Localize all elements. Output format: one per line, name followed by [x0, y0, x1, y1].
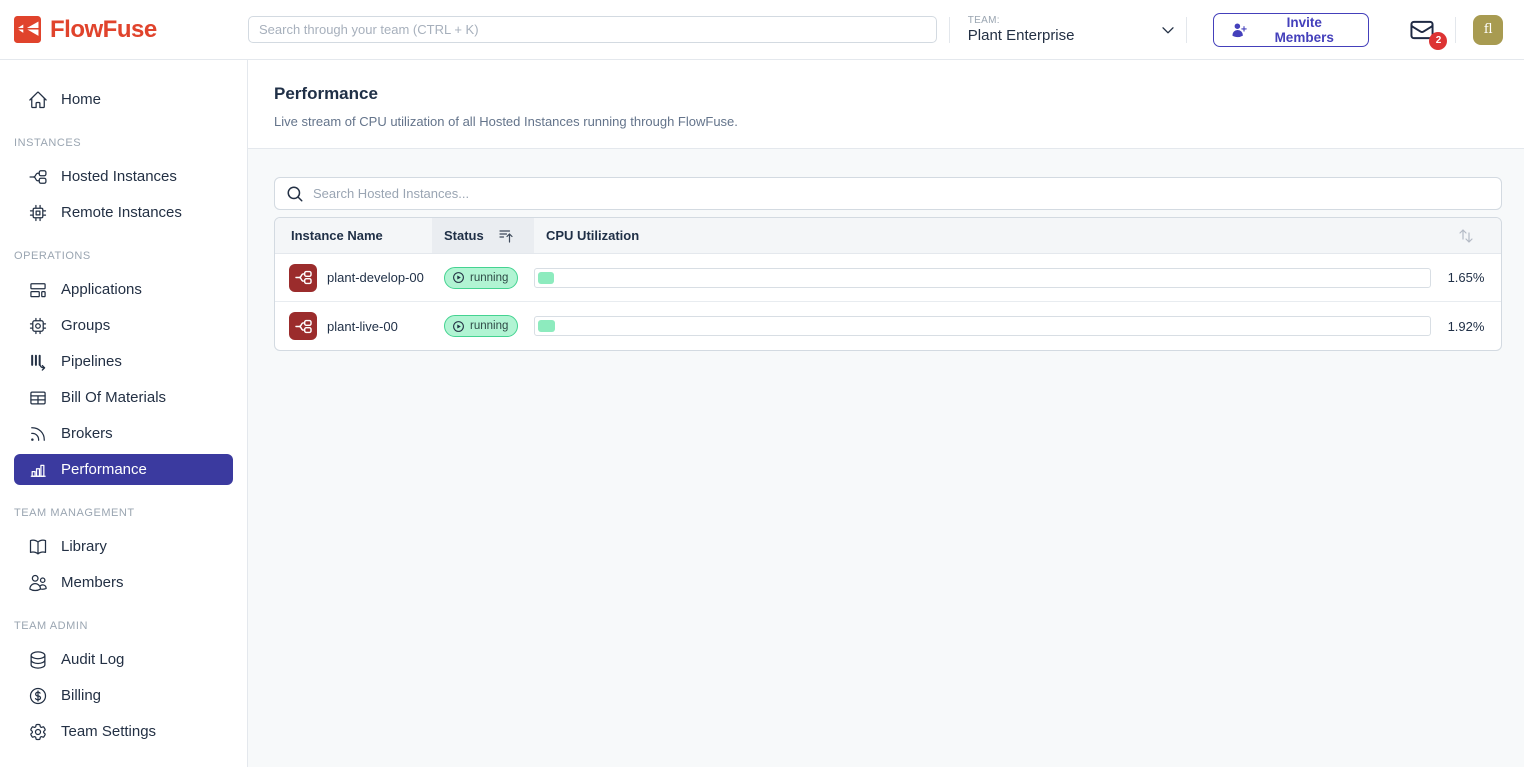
- sidebar-item-pipelines[interactable]: Pipelines: [14, 346, 233, 377]
- column-header-status-label: Status: [444, 228, 484, 243]
- header-divider: [1455, 17, 1456, 43]
- sidebar-item-team-settings[interactable]: Team Settings: [14, 716, 233, 747]
- status-badge-running: running: [444, 267, 518, 289]
- home-icon: [28, 90, 48, 110]
- team-search-input[interactable]: [248, 16, 937, 43]
- search-icon: [286, 185, 304, 203]
- main-content: Performance Live stream of CPU utilizati…: [248, 60, 1524, 767]
- page-subtitle: Live stream of CPU utilization of all Ho…: [274, 114, 1502, 129]
- user-avatar[interactable]: fl: [1473, 15, 1503, 45]
- sidebar-section-team-admin: TEAM ADMIN: [14, 620, 247, 632]
- team-name: Plant Enterprise: [968, 27, 1075, 44]
- sidebar-item-label: Hosted Instances: [61, 168, 177, 185]
- chevron-down-icon: [1160, 22, 1176, 38]
- cpu-value: 1.65%: [1431, 270, 1501, 285]
- sidebar-section-operations: OPERATIONS: [14, 250, 247, 262]
- cpu-progress-bar: [534, 316, 1431, 336]
- flowfuse-logo[interactable]: FlowFuse: [14, 16, 248, 44]
- applications-icon: [28, 280, 48, 300]
- brokers-icon: [28, 424, 48, 444]
- flowfuse-logo-icon: [14, 16, 41, 43]
- groups-icon: [28, 316, 48, 336]
- header-divider: [1186, 17, 1187, 43]
- status-badge-label: running: [470, 320, 508, 332]
- status-badge-label: running: [470, 272, 508, 284]
- sidebar-item-brokers[interactable]: Brokers: [14, 418, 233, 449]
- sidebar-item-label: Members: [61, 574, 124, 591]
- header-divider: [949, 17, 950, 43]
- team-selector[interactable]: TEAM: Plant Enterprise: [968, 15, 1176, 44]
- sort-ascending-icon: [498, 228, 514, 244]
- sidebar-item-label: Bill Of Materials: [61, 389, 166, 406]
- sidebar-section-instances: INSTANCES: [14, 137, 247, 149]
- column-header-cpu-utilization[interactable]: CPU Utilization: [534, 218, 1431, 253]
- hosted-instances-icon: [28, 167, 48, 187]
- pipelines-icon: [28, 352, 48, 372]
- sidebar-item-label: Applications: [61, 281, 142, 298]
- cpu-value: 1.92%: [1431, 319, 1501, 334]
- instances-table: Instance Name Status CPU Utilization: [274, 217, 1502, 351]
- sidebar-item-label: Home: [61, 91, 101, 108]
- sidebar-item-label: Remote Instances: [61, 204, 182, 221]
- table-row[interactable]: plant-live-00 running: [275, 302, 1501, 350]
- sidebar-item-library[interactable]: Library: [14, 531, 233, 562]
- remote-instances-icon: [28, 203, 48, 223]
- logo-text: FlowFuse: [50, 16, 157, 44]
- column-header-sort[interactable]: [1431, 218, 1501, 253]
- sidebar-item-label: Brokers: [61, 425, 113, 442]
- app-header: FlowFuse TEAM: Plant Enterprise Invite M…: [0, 0, 1524, 60]
- instance-name: plant-develop-00: [327, 270, 424, 285]
- invite-members-label: Invite Members: [1256, 15, 1353, 45]
- performance-chart-icon: [28, 460, 48, 480]
- billing-icon: [28, 686, 48, 706]
- node-red-instance-icon: [289, 312, 317, 340]
- sidebar-item-members[interactable]: Members: [14, 567, 233, 598]
- sidebar-item-label: Audit Log: [61, 651, 124, 668]
- status-badge-running: running: [444, 315, 518, 337]
- page-title: Performance: [274, 84, 1502, 104]
- notification-count-badge: 2: [1429, 32, 1447, 50]
- sidebar-item-label: Billing: [61, 687, 101, 704]
- audit-log-icon: [28, 650, 48, 670]
- cpu-progress-fill: [538, 272, 554, 284]
- table-row[interactable]: plant-develop-00 running: [275, 254, 1501, 302]
- bill-of-materials-icon: [28, 388, 48, 408]
- sidebar-item-label: Performance: [61, 461, 147, 478]
- user-plus-icon: [1230, 21, 1248, 39]
- team-settings-icon: [28, 722, 48, 742]
- sidebar-item-audit-log[interactable]: Audit Log: [14, 644, 233, 675]
- sidebar-item-performance[interactable]: Performance: [14, 454, 233, 485]
- sidebar-item-bill-of-materials[interactable]: Bill Of Materials: [14, 382, 233, 413]
- cpu-progress-fill: [538, 320, 555, 332]
- sidebar-item-billing[interactable]: Billing: [14, 680, 233, 711]
- sidebar-item-remote-instances[interactable]: Remote Instances: [14, 197, 233, 228]
- notifications-button[interactable]: 2: [1409, 17, 1435, 43]
- sidebar-nav: Home INSTANCES Hosted Instances: [0, 60, 248, 767]
- instance-search-input[interactable]: [313, 186, 1490, 201]
- instance-name: plant-live-00: [327, 319, 398, 334]
- sidebar-section-team-management: TEAM MANAGEMENT: [14, 507, 247, 519]
- library-icon: [28, 537, 48, 557]
- members-icon: [28, 573, 48, 593]
- instance-search-box: [274, 177, 1502, 210]
- cpu-progress-bar: [534, 268, 1431, 288]
- sidebar-item-label: Groups: [61, 317, 110, 334]
- sidebar-item-label: Team Settings: [61, 723, 156, 740]
- node-red-instance-icon: [289, 264, 317, 292]
- sidebar-item-label: Library: [61, 538, 107, 555]
- play-circle-icon: [452, 320, 465, 333]
- play-circle-icon: [452, 271, 465, 284]
- column-header-status[interactable]: Status: [432, 218, 534, 253]
- sidebar-item-hosted-instances[interactable]: Hosted Instances: [14, 161, 233, 192]
- sidebar-item-home[interactable]: Home: [14, 84, 233, 115]
- table-header-row: Instance Name Status CPU Utilization: [275, 218, 1501, 254]
- sidebar-item-groups[interactable]: Groups: [14, 310, 233, 341]
- column-header-instance-name[interactable]: Instance Name: [275, 218, 432, 253]
- sidebar-item-applications[interactable]: Applications: [14, 274, 233, 305]
- arrows-up-down-icon: [1458, 228, 1474, 244]
- invite-members-button[interactable]: Invite Members: [1213, 13, 1369, 47]
- sidebar-item-label: Pipelines: [61, 353, 122, 370]
- team-label: TEAM:: [968, 15, 1075, 26]
